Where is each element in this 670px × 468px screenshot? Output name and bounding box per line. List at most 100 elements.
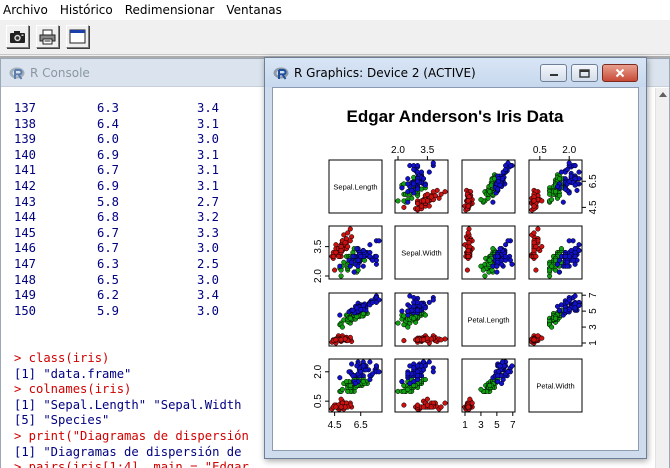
data-point (347, 315, 353, 321)
console-lines: > class(iris) [1] "data.frame" > colnames(… (14, 351, 249, 468)
data-point (333, 404, 339, 410)
console-input-line: > print("Diagramas de dispersión (14, 428, 249, 443)
data-point (360, 247, 366, 254)
variable-label: Sepal.Width (401, 249, 441, 258)
maximize-button[interactable] (571, 64, 598, 82)
data-point (337, 312, 343, 318)
data-point (531, 247, 537, 254)
data-point (409, 187, 415, 193)
data-point (554, 261, 561, 267)
data-point (428, 336, 434, 342)
variable-label: Petal.Width (536, 382, 574, 391)
tick-label: 7 (588, 292, 599, 298)
table-cell: 6.2 (97, 288, 120, 303)
table-cell: 141 (14, 163, 37, 178)
menu-ventanas[interactable]: Ventanas (226, 3, 282, 17)
data-point (497, 246, 503, 252)
copy-metafile-button[interactable] (6, 25, 29, 48)
maximize-icon (579, 68, 590, 78)
data-point (487, 189, 493, 195)
data-point (399, 308, 405, 314)
table-cell: 6.5 (97, 272, 120, 287)
console-scrollbar[interactable] (655, 88, 669, 468)
data-point (495, 186, 501, 192)
data-point (351, 269, 357, 275)
data-point (350, 373, 356, 379)
minimize-button[interactable] (540, 64, 567, 82)
tick-label: 6.5 (354, 420, 368, 431)
menu-bar: Archivo Histórico Redimensionar Ventanas (0, 0, 670, 19)
data-point (562, 253, 568, 259)
table-cell: 137 (14, 101, 37, 115)
tick-label: 3.5 (420, 145, 434, 156)
data-point (509, 363, 515, 369)
data-point (442, 400, 448, 406)
menu-archivo[interactable]: Archivo (3, 3, 48, 17)
menu-redimensionar[interactable]: Redimensionar (125, 3, 215, 17)
data-point (478, 386, 484, 392)
data-point (505, 369, 511, 375)
data-point (556, 269, 562, 275)
data-point (373, 253, 379, 259)
menu-historico[interactable]: Histórico (60, 3, 113, 17)
data-point (430, 160, 436, 166)
table-cell: 150 (14, 303, 37, 318)
table-cell: 3.3 (197, 225, 220, 240)
graphics-window[interactable]: R Graphics: Device 2 (ACTIVE) Edgar Ande… (264, 57, 647, 459)
variable-label: Petal.Length (467, 316, 509, 325)
table-cell: 3.2 (197, 210, 220, 225)
data-point (418, 203, 425, 209)
data-point (499, 380, 505, 387)
data-point (337, 263, 343, 269)
print-button[interactable] (36, 25, 59, 48)
table-cell: 145 (14, 225, 37, 240)
data-point (422, 182, 428, 188)
scroll-up-icon[interactable] (659, 92, 667, 97)
data-point (376, 369, 382, 375)
data-point (422, 305, 428, 311)
table-cell: 6.3 (97, 101, 120, 115)
data-point (367, 242, 373, 248)
pairs-plot: Edgar Anderson's Iris Data Sepal.Length Se… (313, 107, 599, 431)
table-cell: 142 (14, 178, 37, 193)
console-input-line: > colnames(iris) (14, 382, 132, 397)
data-point (566, 297, 572, 303)
mdi-area: R Console 137 6.3 3.4 138 6.4 3.1 139 6.0 3.0 140… (0, 56, 670, 468)
data-point (367, 377, 373, 383)
console-input-line: > class(iris) (14, 351, 110, 365)
data-point (495, 253, 501, 259)
close-icon (615, 68, 625, 78)
data-point (487, 257, 493, 263)
data-point (369, 257, 376, 263)
variable-label: Sepal.Length (333, 183, 377, 192)
data-point (424, 396, 430, 402)
camera-icon (10, 30, 25, 43)
table-cell: 6.7 (97, 241, 120, 256)
table-cell: 3.0 (197, 272, 220, 287)
data-point (338, 404, 344, 410)
graphics-title: R Graphics: Device 2 (ACTIVE) (294, 65, 476, 80)
plot-canvas: Edgar Anderson's Iris Data Sepal.Length Se… (272, 87, 639, 451)
data-point (349, 259, 355, 265)
data-point (339, 386, 345, 392)
table-row: 142 6.9 3.1 (14, 179, 257, 195)
tick-label: 3.5 (313, 239, 324, 253)
data-point (503, 163, 509, 169)
table-cell: 6.7 (97, 163, 120, 178)
data-point (349, 361, 355, 367)
data-point (566, 178, 572, 184)
data-point (558, 246, 564, 252)
console-input-line: > pairs(iris[1:4], main = "Edgar (14, 460, 249, 468)
data-point (355, 263, 361, 269)
data-point (554, 303, 561, 309)
data-point (574, 187, 580, 193)
data-point (352, 380, 359, 387)
console-button[interactable] (66, 25, 89, 48)
close-button[interactable] (602, 64, 638, 82)
table-cell: 3.4 (197, 101, 220, 115)
data-point (465, 203, 471, 209)
data-point (430, 297, 436, 303)
data-point (422, 363, 428, 369)
data-point (572, 163, 578, 169)
table-cell: 3.0 (197, 241, 220, 256)
